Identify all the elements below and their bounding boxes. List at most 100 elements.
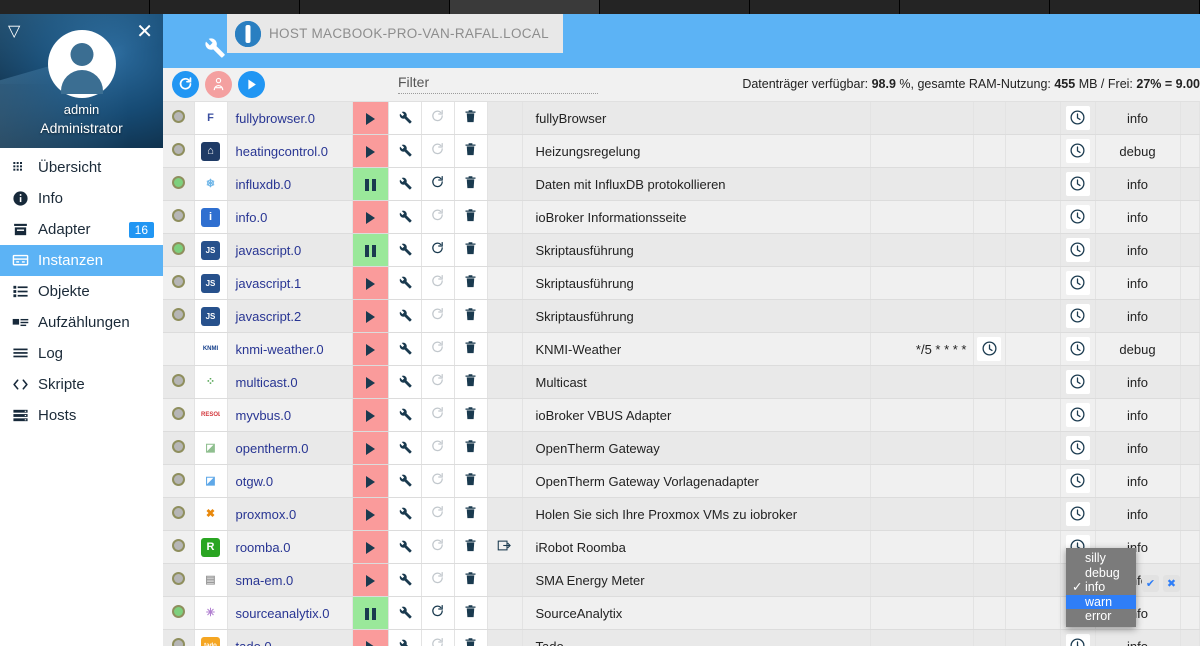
play-button[interactable] xyxy=(352,564,388,596)
run-toggle-cell[interactable] xyxy=(352,200,389,234)
delete-cell[interactable] xyxy=(454,530,488,564)
instance-name-cell[interactable]: fullybrowser.0 xyxy=(227,102,353,135)
delete-cell[interactable] xyxy=(454,299,488,333)
play-button[interactable] xyxy=(352,630,388,646)
run-toggle-cell[interactable] xyxy=(352,167,389,201)
pause-button[interactable] xyxy=(352,597,388,629)
table-row[interactable]: JS javascript.0 Skriptausführung info xyxy=(163,233,1200,267)
close-icon[interactable]: ✕ xyxy=(136,22,153,42)
restart-cell[interactable] xyxy=(421,299,455,333)
run-toggle-cell[interactable] xyxy=(352,629,389,646)
run-toggle-cell[interactable] xyxy=(352,530,389,564)
trash-icon[interactable] xyxy=(463,175,478,190)
loglevel-cell[interactable]: info xyxy=(1095,200,1181,234)
loglevel-cell[interactable]: info xyxy=(1095,266,1181,300)
schedule-cell[interactable] xyxy=(1060,266,1096,300)
delete-cell[interactable] xyxy=(454,167,488,201)
instance-name-cell[interactable]: opentherm.0 xyxy=(227,431,353,465)
restart-icon[interactable] xyxy=(430,109,445,124)
schedule-cell[interactable] xyxy=(1060,464,1096,498)
clock-icon[interactable] xyxy=(1065,304,1090,328)
delete-cell[interactable] xyxy=(454,233,488,267)
restart-icon[interactable] xyxy=(430,274,445,289)
schedule-cell[interactable] xyxy=(1060,398,1096,432)
restart-cell[interactable] xyxy=(421,332,455,366)
wrench-icon[interactable] xyxy=(397,538,413,554)
restart-icon[interactable] xyxy=(430,538,445,553)
clock-icon[interactable] xyxy=(1065,502,1090,526)
restart-cell[interactable] xyxy=(421,629,455,646)
run-toggle-cell[interactable] xyxy=(352,332,389,366)
clock-icon[interactable] xyxy=(1065,634,1090,646)
schedule-cell[interactable] xyxy=(1060,102,1096,135)
sidebar-item-objekte[interactable]: Objekte xyxy=(0,276,163,307)
cron-cell[interactable] xyxy=(870,134,974,168)
schedule-cell[interactable] xyxy=(1060,497,1096,531)
run-toggle-cell[interactable] xyxy=(352,266,389,300)
loglevel-option-silly[interactable]: silly xyxy=(1066,551,1136,566)
cron-cell[interactable] xyxy=(870,167,974,201)
play-button[interactable] xyxy=(352,399,388,431)
table-row[interactable]: Ffullybrowser.0 fullyBrowser info xyxy=(163,102,1200,135)
run-toggle-cell[interactable] xyxy=(352,102,389,135)
trash-icon[interactable] xyxy=(463,142,478,157)
settings-cell[interactable] xyxy=(388,464,422,498)
table-row[interactable]: tado tado.0 Tado info xyxy=(163,629,1200,646)
instance-name-cell[interactable]: multicast.0 xyxy=(227,365,353,399)
schedule-cell[interactable] xyxy=(1060,134,1096,168)
wrench-icon[interactable] xyxy=(397,142,413,158)
run-toggle-cell[interactable] xyxy=(352,563,389,597)
trash-icon[interactable] xyxy=(463,274,478,289)
restart-cell[interactable] xyxy=(421,530,455,564)
delete-cell[interactable] xyxy=(454,464,488,498)
restart-icon[interactable] xyxy=(430,241,445,256)
restart-cell[interactable] xyxy=(421,365,455,399)
settings-cell[interactable] xyxy=(388,629,422,646)
delete-cell[interactable] xyxy=(454,431,488,465)
loglevel-cell[interactable]: debug xyxy=(1095,134,1181,168)
cron-cell[interactable]: */5 * * * * xyxy=(870,332,974,366)
table-row[interactable]: ⁘ multicast.0 Multicast info xyxy=(163,365,1200,399)
table-row[interactable]: JS javascript.2 Skriptausführung info xyxy=(163,299,1200,333)
cron-cell[interactable] xyxy=(870,102,974,135)
trash-icon[interactable] xyxy=(463,373,478,388)
loglevel-option-info[interactable]: ✓ info xyxy=(1066,580,1136,595)
cron-cell[interactable] xyxy=(870,365,974,399)
play-icon[interactable] xyxy=(238,71,265,98)
run-toggle-cell[interactable] xyxy=(352,365,389,399)
loglevel-cell[interactable]: info xyxy=(1095,497,1181,531)
clock-icon[interactable] xyxy=(1065,337,1090,361)
delete-cell[interactable] xyxy=(454,365,488,399)
play-button[interactable] xyxy=(352,201,388,233)
wrench-icon[interactable] xyxy=(397,406,413,422)
loglevel-option-error[interactable]: error xyxy=(1066,609,1136,624)
settings-cell[interactable] xyxy=(388,134,422,168)
restart-cell[interactable] xyxy=(421,497,455,531)
play-button[interactable] xyxy=(352,465,388,497)
triangle-down-icon[interactable]: ▽ xyxy=(8,24,20,40)
schedule-cell[interactable] xyxy=(1060,332,1096,366)
browser-tab[interactable] xyxy=(150,0,300,14)
schedule-cell[interactable] xyxy=(1060,431,1096,465)
instance-name-cell[interactable]: myvbus.0 xyxy=(227,398,353,432)
cron-cell[interactable] xyxy=(870,398,974,432)
wrench-icon[interactable] xyxy=(397,109,413,125)
refresh-icon[interactable] xyxy=(172,71,199,98)
settings-cell[interactable] xyxy=(388,530,422,564)
clock-icon[interactable] xyxy=(1065,271,1090,295)
instance-name-cell[interactable]: otgw.0 xyxy=(227,464,353,498)
table-row[interactable]: ✖ proxmox.0 Holen Sie sich Ihre Proxmox VM… xyxy=(163,497,1200,531)
instance-name-cell[interactable]: javascript.2 xyxy=(227,299,353,333)
settings-cell[interactable] xyxy=(388,596,422,630)
restart-icon[interactable] xyxy=(430,637,445,646)
loglevel-cell[interactable]: info xyxy=(1095,464,1181,498)
schedule-cell[interactable] xyxy=(1060,233,1096,267)
table-row[interactable]: ❄ influxdb.0 Daten mit InfluxDB protokolli… xyxy=(163,167,1200,201)
trash-icon[interactable] xyxy=(463,307,478,322)
wrench-icon[interactable] xyxy=(397,637,413,646)
sidebar-item-adapter[interactable]: Adapter 16 xyxy=(0,214,163,245)
sidebar-item-skripte[interactable]: Skripte xyxy=(0,369,163,400)
instance-name-cell[interactable]: heatingcontrol.0 xyxy=(227,134,353,168)
restart-icon[interactable] xyxy=(430,472,445,487)
loglevel-cell[interactable]: info xyxy=(1095,102,1181,135)
